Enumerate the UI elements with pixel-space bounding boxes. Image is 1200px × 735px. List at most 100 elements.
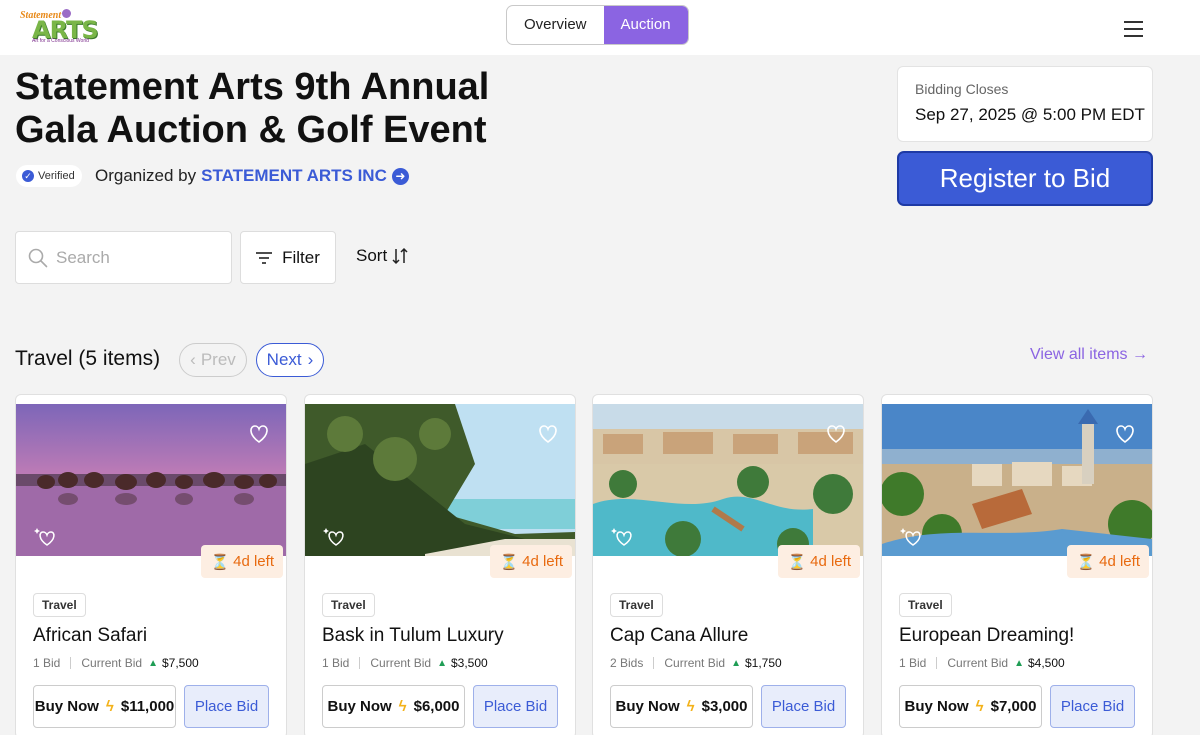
lightning-icon: ϟ [686,698,695,715]
current-bid-amount: $7,500 [161,656,199,670]
filter-icon [256,251,273,264]
arrow-up-icon: ▲ [731,657,741,669]
sort-button[interactable]: Sort [356,246,409,266]
filter-label: Filter [282,247,320,267]
organizer-line: Organized by STATEMENT ARTS INC ➜ [95,166,409,186]
organized-by-label: Organized by [95,166,197,185]
category-tag: Travel [610,593,663,617]
arrow-up-icon: ▲ [1014,657,1024,669]
tab-auction[interactable]: Auction [603,6,688,44]
next-button[interactable]: Next › [256,343,324,377]
sparkle-heart-icon [323,528,344,546]
buy-now-label: Buy Now [327,698,392,715]
arrow-up-icon: ▲ [148,657,158,669]
bid-count: 1 Bid [899,656,927,670]
heart-icon[interactable] [821,418,851,448]
hourglass-icon: ⏳ [787,553,807,571]
sort-arrows-icon [392,247,408,265]
place-bid-button[interactable]: Place Bid [761,685,846,728]
place-bid-button[interactable]: Place Bid [473,685,558,728]
current-bid-label: Current Bid [664,656,726,670]
place-bid-button[interactable]: Place Bid [184,685,269,728]
hamburger-menu-icon[interactable] [1124,21,1143,37]
item-image[interactable] [305,404,575,556]
buy-now-price: $6,000 [413,698,460,715]
lightning-icon: ϟ [105,698,114,715]
current-bid-amount: $4,500 [1027,656,1065,670]
time-left-label: 4d left [233,553,274,570]
item-name[interactable]: African Safari [33,625,147,647]
search-icon [28,248,48,267]
hourglass-icon: ⏳ [499,553,519,571]
place-bid-button[interactable]: Place Bid [1050,685,1135,728]
heart-icon[interactable] [1110,418,1140,448]
prev-label: Prev [200,350,236,369]
title-line-2: Gala Auction & Golf Event [15,109,487,151]
time-left-badge: ⏳ 4d left [778,545,860,578]
sparkle-heart-icon [900,528,921,546]
buy-now-label: Buy Now [904,698,969,715]
current-bid-label: Current Bid [81,656,143,670]
hourglass-icon: ⏳ [1076,553,1096,571]
bid-count: 1 Bid [322,656,350,670]
bid-info: 1 Bid Current Bid ▲ $7,500 [33,656,199,670]
check-icon: ✓ [22,170,34,182]
time-left-label: 4d left [522,553,563,570]
item-name[interactable]: European Dreaming! [899,625,1074,647]
buy-now-price: $11,000 [120,698,175,715]
time-left-label: 4d left [810,553,851,570]
auction-item-card[interactable]: ⏳ 4d left Travel African Safari 1 Bid Cu… [15,394,287,735]
sort-label: Sort [356,246,388,265]
auction-item-card[interactable]: ⏳ 4d left Travel Cap Cana Allure 2 Bids … [592,394,864,735]
buy-now-button[interactable]: Buy Now ϟ $6,000 [322,685,465,728]
page-title: Statement Arts 9th Annual Gala Auction &… [15,66,535,152]
buy-now-price: $3,000 [701,698,748,715]
heart-icon[interactable] [533,418,563,448]
category-tag: Travel [899,593,952,617]
buy-now-button[interactable]: Buy Now ϟ $7,000 [899,685,1042,728]
item-image[interactable] [882,404,1152,556]
hourglass-icon: ⏳ [210,553,230,571]
bid-count: 2 Bids [610,656,644,670]
bid-info: 1 Bid Current Bid ▲ $3,500 [322,656,488,670]
buy-now-label: Buy Now [34,698,99,715]
item-name[interactable]: Cap Cana Allure [610,625,748,647]
section-title: Travel (5 items) [15,347,161,370]
search-input[interactable] [56,247,216,268]
time-left-badge: ⏳ 4d left [1067,545,1149,578]
arrow-right-icon: → [1131,346,1148,363]
time-left-badge: ⏳ 4d left [201,545,283,578]
title-line-1: Statement Arts 9th Annual [15,66,490,108]
tab-overview[interactable]: Overview [507,6,604,44]
arrow-up-icon: ▲ [437,657,447,669]
view-all-label: View all items [1030,346,1128,363]
top-bar: Statement ARTS Art for a Conscious World… [0,0,1200,55]
view-tabs: Overview Auction [506,5,689,45]
bid-info: 1 Bid Current Bid ▲ $4,500 [899,656,1065,670]
verified-badge: ✓ Verified [16,165,82,187]
item-name[interactable]: Bask in Tulum Luxury [322,625,504,647]
bidding-closes-date: Sep 27, 2025 @ 5:00 PM EDT [915,105,1145,124]
category-tag: Travel [33,593,86,617]
statement-arts-logo[interactable]: Statement ARTS Art for a Conscious World [18,8,99,44]
logo-tagline: Art for a Conscious World [32,38,89,44]
bidding-closes-label: Bidding Closes [915,81,1009,97]
item-image[interactable] [593,404,863,556]
buy-now-button[interactable]: Buy Now ϟ $3,000 [610,685,753,728]
current-bid-label: Current Bid [947,656,1009,670]
bid-info: 2 Bids Current Bid ▲ $1,750 [610,656,782,670]
arrow-circle-icon[interactable]: ➜ [391,167,409,185]
view-all-items-link[interactable]: View all items → [1030,346,1148,364]
prev-button[interactable]: ‹ Prev [179,343,247,377]
filter-button[interactable]: Filter [240,231,336,284]
buy-now-button[interactable]: Buy Now ϟ $11,000 [33,685,176,728]
auction-item-card[interactable]: ⏳ 4d left Travel European Dreaming! 1 Bi… [881,394,1153,735]
current-bid-label: Current Bid [370,656,432,670]
auction-item-card[interactable]: ⏳ 4d left Travel Bask in Tulum Luxury 1 … [304,394,576,735]
organizer-link[interactable]: STATEMENT ARTS INC [201,166,387,186]
register-to-bid-button[interactable]: Register to Bid [897,151,1153,206]
item-image[interactable] [16,404,286,556]
chevron-right-icon: › [307,350,314,369]
sparkle-heart-icon [34,528,55,546]
heart-icon[interactable] [244,418,274,448]
